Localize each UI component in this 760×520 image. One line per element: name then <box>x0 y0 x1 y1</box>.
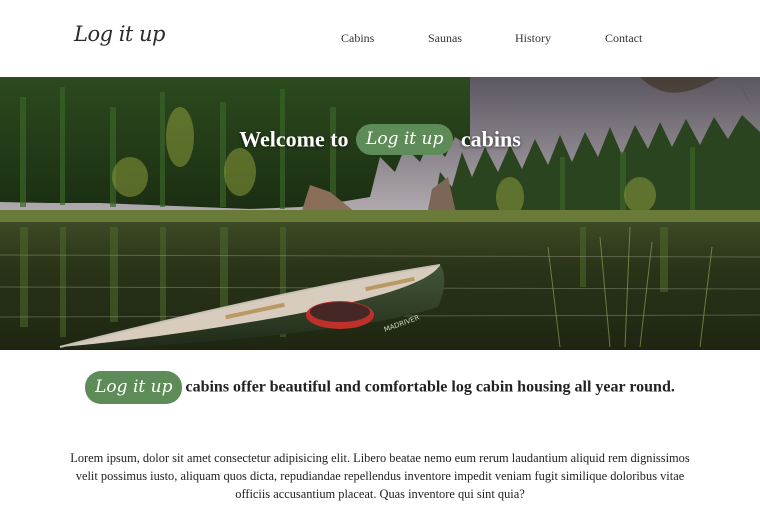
tagline: Log it up cabins offer beautiful and comf… <box>0 371 760 404</box>
hero-brand-pill: Log it up <box>356 124 454 155</box>
tagline-brand-pill: Log it up <box>85 371 183 404</box>
hero-title-prefix: Welcome to <box>239 126 349 152</box>
nav-link-contact[interactable]: Contact <box>605 31 642 46</box>
tagline-text: cabins offer beautiful and comfortable l… <box>185 378 675 396</box>
nav-link-cabins[interactable]: Cabins <box>341 31 374 46</box>
main-nav: Cabins Saunas History Contact <box>0 31 760 47</box>
hero-banner: MADRIVER Welcome to Log it up cabins <box>0 77 760 350</box>
hero-title: Welcome to Log it up cabins <box>0 124 760 155</box>
hero-title-suffix: cabins <box>460 126 521 152</box>
nav-link-history[interactable]: History <box>515 31 551 46</box>
site-header: Log it up Cabins Saunas History Contact <box>0 0 760 77</box>
hero-lake-image: MADRIVER <box>0 77 760 350</box>
intro-paragraph: Lorem ipsum, dolor sit amet consectetur … <box>70 451 690 501</box>
nav-link-saunas[interactable]: Saunas <box>428 31 462 46</box>
